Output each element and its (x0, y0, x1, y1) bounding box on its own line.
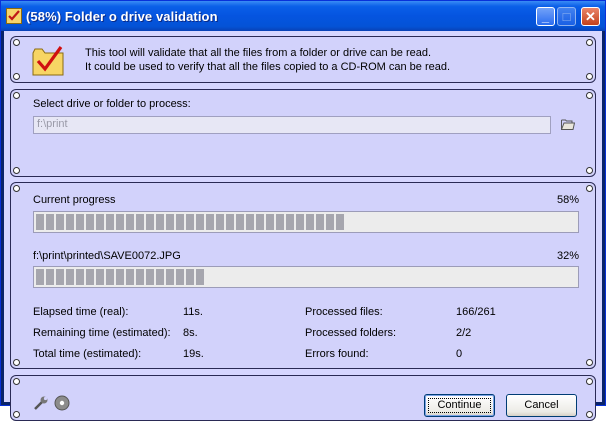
info-panel: This tool will validate that all the fil… (10, 36, 596, 83)
panel-rivet (13, 73, 20, 80)
file-progress-fill (36, 269, 206, 285)
total-label: Total time (estimated): (33, 348, 142, 360)
progress-panel: Current progress 58% f:\print\printed\SA… (10, 182, 596, 369)
processed-files-label: Processed files: (305, 306, 383, 318)
current-progress-label: Current progress (33, 194, 116, 206)
current-progress-fill (36, 214, 346, 230)
file-progress-percent: 32% (556, 250, 579, 262)
window-title: (58%) Folder o drive validation (26, 9, 218, 24)
panel-rivet (586, 185, 593, 192)
remaining-label: Remaining time (estimated): (33, 327, 171, 339)
panel-rivet (586, 359, 593, 366)
close-icon: ✕ (585, 9, 596, 24)
elapsed-value: 11s. (183, 306, 203, 318)
errors-value: 0 (456, 348, 463, 360)
folder-open-icon[interactable] (561, 118, 575, 130)
panel-rivet (13, 185, 20, 192)
close-button[interactable]: ✕ (581, 7, 600, 26)
errors-label: Errors found: (305, 348, 369, 360)
panel-rivet (13, 92, 20, 99)
dialog-body: This tool will validate that all the fil… (4, 31, 602, 421)
source-label: Select drive or folder to process: (33, 98, 191, 110)
panel-rivet (13, 378, 20, 385)
current-file-label: f:\print\printed\SAVE0072.JPG (33, 250, 181, 262)
folder-check-icon (32, 46, 64, 76)
current-progress-bar (33, 211, 579, 233)
minimize-button[interactable]: _ (536, 7, 555, 26)
panel-rivet (586, 411, 593, 418)
app-window: (58%) Folder o drive validation _ □ ✕ Th… (0, 0, 606, 421)
actions-panel: Continue Cancel (10, 375, 596, 421)
panel-rivet (586, 39, 593, 46)
maximize-button[interactable]: □ (557, 7, 576, 26)
panel-rivet (586, 167, 593, 174)
total-value: 19s. (183, 348, 204, 360)
wrench-icon[interactable] (33, 395, 49, 411)
checklist-icon (6, 8, 22, 24)
panel-rivet (13, 167, 20, 174)
maximize-icon: □ (562, 9, 571, 24)
processed-folders-value: 2/2 (456, 327, 472, 339)
elapsed-label: Elapsed time (real): (33, 306, 129, 318)
panel-rivet (13, 411, 20, 418)
cd-icon[interactable] (54, 395, 70, 411)
cancel-label: Cancel (524, 399, 559, 411)
intro-line-2: It could be used to verify that all the … (85, 61, 451, 73)
panel-rivet (13, 39, 20, 46)
panel-rivet (586, 73, 593, 80)
processed-folders-label: Processed folders: (305, 327, 397, 339)
panel-rivet (586, 92, 593, 99)
source-path-input[interactable]: f:\print (33, 116, 551, 134)
file-progress-bar (33, 266, 579, 288)
title-bar[interactable]: (58%) Folder o drive validation _ □ ✕ (1, 1, 605, 31)
remaining-value: 8s. (183, 327, 198, 339)
minimize-icon: _ (541, 9, 550, 24)
intro-line-1: This tool will validate that all the fil… (85, 47, 432, 59)
panel-rivet (586, 378, 593, 385)
source-panel: Select drive or folder to process: f:\pr… (10, 89, 596, 177)
panel-rivet (13, 359, 20, 366)
current-progress-percent: 58% (556, 194, 579, 206)
processed-files-value: 166/261 (456, 306, 496, 318)
